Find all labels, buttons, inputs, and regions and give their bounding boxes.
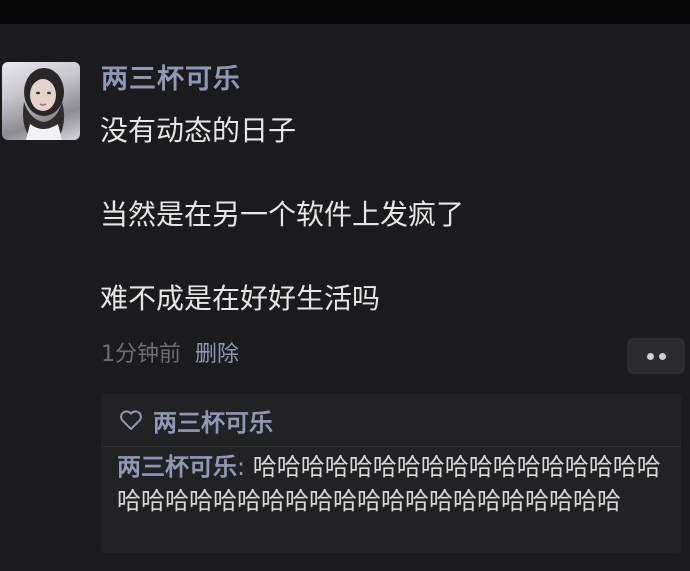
avatar[interactable] [2,62,80,140]
divider [101,446,681,447]
interaction-panel: 两三杯可乐 两三杯可乐: 哈哈哈哈哈哈哈哈哈哈哈哈哈哈哈哈哈哈哈哈哈哈哈哈哈哈哈… [101,394,681,553]
post-line: 没有动态的日子 [100,114,297,147]
post-content: 没有动态的日子 当然是在另一个软件上发疯了 难不成是在好好生活吗 [100,110,660,320]
heart-outline-icon [120,410,142,430]
post-author-name[interactable]: 两三杯可乐 [101,62,241,98]
post-meta: 1分钟前 删除 [101,339,239,371]
comment-author[interactable]: 两三杯可乐 [117,453,237,481]
avatar-portrait [23,68,65,140]
comment-item[interactable]: 两三杯可乐: 哈哈哈哈哈哈哈哈哈哈哈哈哈哈哈哈哈哈哈哈哈哈哈哈哈哈哈哈哈哈哈哈哈… [117,450,667,518]
delete-button[interactable]: 删除 [195,342,239,367]
liker-name[interactable]: 两三杯可乐 [153,403,273,438]
more-dots-icon [659,353,666,360]
likes-row: 两三杯可乐 [119,402,273,438]
comment-separator: : [237,453,253,481]
post-timestamp: 1分钟前 [101,342,181,367]
status-bar [0,0,690,24]
more-actions-button[interactable] [627,338,685,374]
post-line: 当然是在另一个软件上发疯了 [100,198,465,231]
post-line: 难不成是在好好生活吗 [100,282,381,315]
more-dots-icon [647,353,654,360]
